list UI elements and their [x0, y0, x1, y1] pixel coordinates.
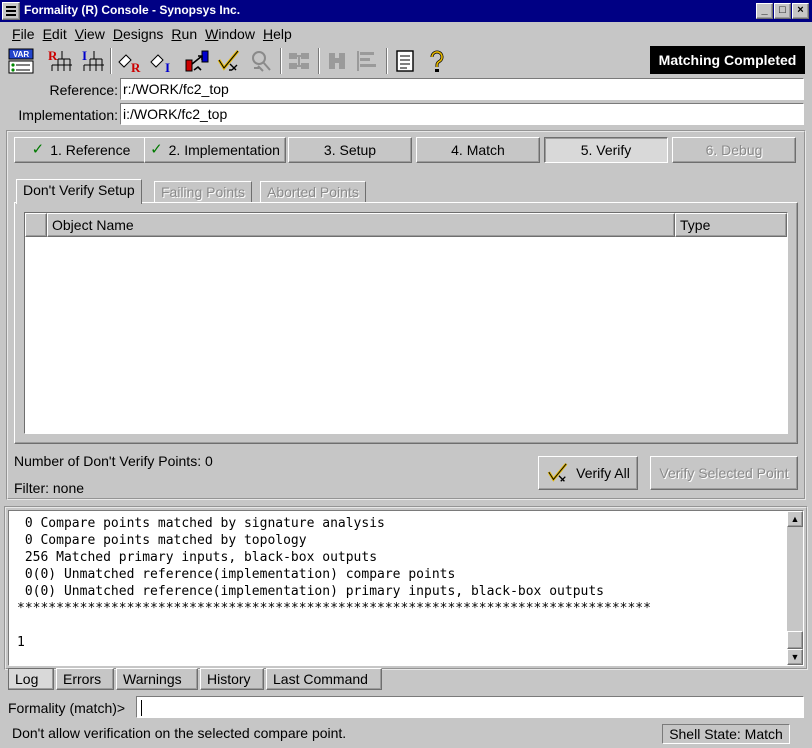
- dont-verify-count: Number of Don't Verify Points: 0: [14, 452, 213, 470]
- verify-all-button[interactable]: Verify All: [538, 456, 638, 490]
- menu-designs[interactable]: Designs: [109, 24, 168, 44]
- maximize-button[interactable]: □: [774, 3, 791, 19]
- table-corner-header: [25, 213, 47, 237]
- step-debug-button: 6. Debug: [672, 137, 796, 163]
- implementation-hierarchy-icon[interactable]: I: [76, 46, 106, 76]
- toolbar: VAR R I R I: [6, 46, 646, 76]
- menu-bar: File Edit View Designs Run Window Help: [8, 24, 296, 44]
- debug-icon: [246, 46, 276, 76]
- implementation-label: Implementation:: [18, 107, 118, 123]
- log-line: 0(0) Unmatched reference(implementation)…: [17, 584, 604, 599]
- menu-view[interactable]: View: [71, 24, 109, 44]
- step-match-button[interactable]: 4. Match: [416, 137, 540, 163]
- checkmark-icon: ✓: [31, 141, 45, 158]
- filter-value: none: [52, 480, 85, 496]
- menu-help[interactable]: Help: [259, 24, 296, 44]
- reference-label: Reference:: [49, 82, 118, 98]
- scroll-track[interactable]: [787, 527, 803, 631]
- minimize-button[interactable]: _: [756, 3, 773, 19]
- reference-hierarchy-icon[interactable]: R: [44, 46, 74, 76]
- scroll-down-icon[interactable]: ▼: [787, 649, 803, 665]
- count-label: Number of Don't Verify Points:: [14, 453, 202, 469]
- svg-text:VAR: VAR: [13, 50, 30, 59]
- tab-history[interactable]: History: [200, 668, 264, 690]
- help-icon[interactable]: [422, 46, 452, 76]
- menu-run[interactable]: Run: [167, 24, 201, 44]
- scroll-up-icon[interactable]: ▲: [787, 511, 803, 527]
- log-line: 0(0) Unmatched reference(implementation)…: [17, 567, 456, 582]
- log-line: ****************************************…: [17, 601, 651, 616]
- menu-window[interactable]: Window: [201, 24, 259, 44]
- schematic-icon: [284, 46, 314, 76]
- tab-last-command[interactable]: Last Command: [266, 668, 382, 690]
- tab-log[interactable]: Log: [8, 668, 54, 690]
- svg-text:I: I: [82, 48, 87, 63]
- svg-text:I: I: [165, 60, 170, 74]
- log-line: 1: [17, 635, 25, 650]
- column-header-type[interactable]: Type: [675, 213, 787, 237]
- log-output[interactable]: 0 Compare points matched by signature an…: [8, 510, 804, 666]
- tab-warnings[interactable]: Warnings: [116, 668, 198, 690]
- implementation-field[interactable]: i:/WORK/fc2_top: [120, 103, 804, 125]
- count-value: 0: [204, 453, 213, 469]
- tab-errors[interactable]: Errors: [56, 668, 114, 690]
- menu-file[interactable]: File: [8, 24, 39, 44]
- filter-display: Filter: none: [14, 479, 84, 497]
- step-verify-button[interactable]: 5. Verify: [544, 137, 668, 163]
- tab-dont-verify-setup[interactable]: Don't Verify Setup: [16, 179, 142, 204]
- variables-icon[interactable]: VAR: [6, 46, 36, 76]
- prompt-label: Formality (match)>: [8, 700, 126, 716]
- log-text: 0 Compare points matched by signature an…: [17, 515, 651, 651]
- svg-text:R: R: [48, 48, 58, 63]
- tab-failing-points: Failing Points: [154, 181, 253, 203]
- log-line: 0 Compare points matched by topology: [17, 533, 307, 548]
- tab-aborted-points: Aborted Points: [260, 181, 366, 203]
- svg-text:R: R: [131, 60, 141, 74]
- filter-label: Filter:: [14, 480, 49, 496]
- window-title: Formality (R) Console - Synopsys Inc.: [24, 3, 241, 17]
- command-input[interactable]: [136, 696, 804, 718]
- text-cursor: [141, 700, 142, 717]
- dont-verify-table[interactable]: Object Name Type: [24, 212, 788, 434]
- menu-edit[interactable]: Edit: [39, 24, 71, 44]
- step-setup-button[interactable]: 3. Setup: [288, 137, 412, 163]
- title-bar: Formality (R) Console - Synopsys Inc. _ …: [0, 0, 812, 22]
- step-implementation-button[interactable]: ✓ 2. Implementation: [144, 137, 286, 163]
- log-scrollbar[interactable]: ▲ ▼: [787, 511, 803, 665]
- checkmark-icon: ✓: [150, 141, 163, 158]
- find-icon: [322, 46, 352, 76]
- verify-selected-point-button: Verify Selected Point: [650, 456, 798, 490]
- step-reference-button[interactable]: ✓ 1. Reference: [14, 137, 148, 163]
- log-line: 0 Compare points matched by signature an…: [17, 516, 385, 531]
- close-button[interactable]: ×: [792, 3, 809, 19]
- match-icon[interactable]: [182, 46, 212, 76]
- status-banner: Matching Completed: [650, 46, 805, 74]
- column-header-object-name[interactable]: Object Name: [47, 213, 675, 237]
- status-message: Don't allow verification on the selected…: [12, 725, 347, 741]
- shell-state: Shell State: Match: [662, 724, 790, 744]
- verify-icon[interactable]: [214, 46, 244, 76]
- design-panel: Reference: r:/WORK/fc2_top Implementatio…: [6, 78, 806, 128]
- scroll-thumb[interactable]: [787, 631, 803, 649]
- log-line: 256 Matched primary inputs, black-box ou…: [17, 550, 378, 565]
- window-menu-icon[interactable]: [2, 2, 20, 20]
- reference-erase-icon[interactable]: R: [114, 46, 144, 76]
- report-icon[interactable]: [390, 46, 420, 76]
- implementation-erase-icon[interactable]: I: [146, 46, 176, 76]
- reference-field[interactable]: r:/WORK/fc2_top: [120, 78, 804, 100]
- verify-icon: [547, 462, 568, 482]
- align-icon: [352, 46, 382, 76]
